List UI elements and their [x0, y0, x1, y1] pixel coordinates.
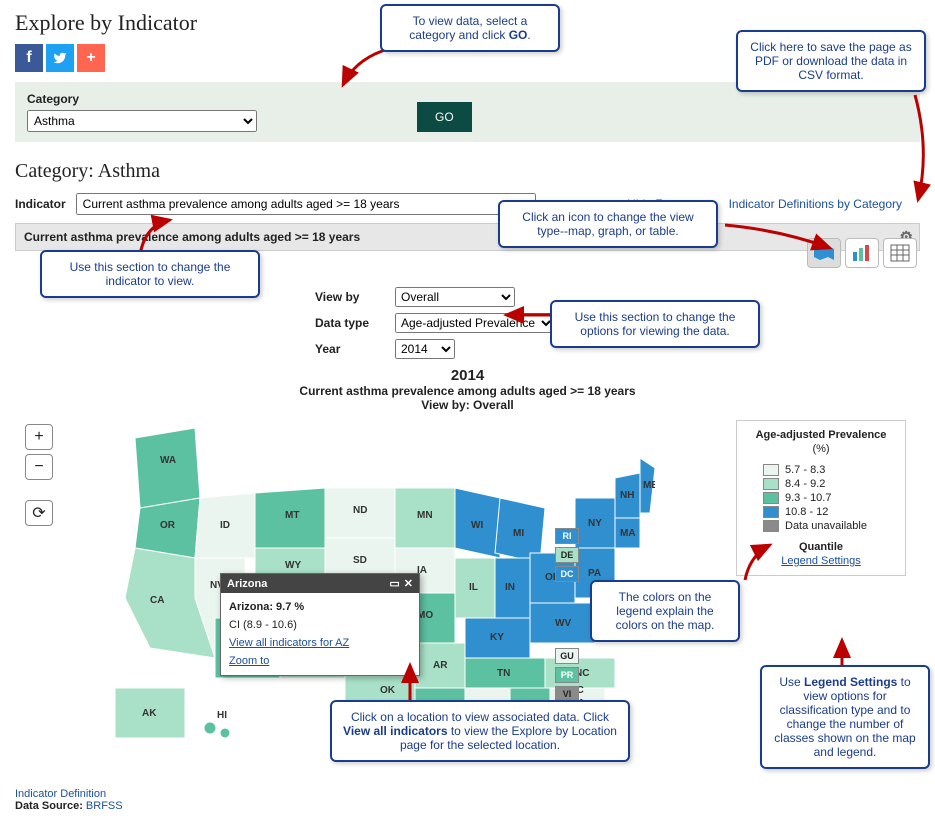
- legend-swatch: [763, 464, 779, 476]
- category-title: Category: Asthma: [15, 160, 920, 183]
- tooltip-maximize-icon[interactable]: ▭: [389, 577, 399, 590]
- legend-row: 8.4 - 9.2: [745, 477, 897, 491]
- year-select[interactable]: 2014: [395, 339, 455, 359]
- category-select[interactable]: Asthma: [27, 110, 257, 132]
- category-label: Category: [27, 92, 257, 106]
- legend-row: 5.7 - 8.3: [745, 463, 897, 477]
- tooltip-title: Arizona: [227, 578, 267, 590]
- tooltip-value: Arizona: 9.7 %: [229, 601, 411, 613]
- indicator-definitions-link[interactable]: Indicator Definitions by Category: [729, 197, 902, 211]
- legend-swatch: [763, 492, 779, 504]
- datatype-label: Data type: [315, 316, 385, 330]
- callout-viewtype: Click an icon to change the view type--m…: [498, 200, 718, 248]
- zoom-in-button[interactable]: +: [25, 424, 53, 450]
- territory-dc[interactable]: DC: [555, 566, 579, 582]
- reset-map-button[interactable]: ⟳: [25, 500, 53, 526]
- territory-gu[interactable]: GU: [555, 648, 579, 664]
- data-source-link[interactable]: BRFSS: [86, 800, 123, 812]
- svg-text:HI: HI: [217, 710, 227, 721]
- legend-swatch: [763, 506, 779, 518]
- legend-swatch: [763, 520, 779, 532]
- arrow-icon: [498, 300, 558, 330]
- chart-subtitle: Current asthma prevalence among adults a…: [15, 384, 920, 398]
- tooltip-close-icon[interactable]: ✕: [404, 577, 413, 590]
- callout-save: Click here to save the page as PDF or do…: [736, 30, 926, 92]
- legend-row: 9.3 - 10.7: [745, 491, 897, 505]
- arrow-icon: [720, 220, 840, 260]
- legend-row: Data unavailable: [745, 519, 897, 533]
- callout-legend: The colors on the legend explain the col…: [590, 580, 740, 642]
- chart-viewby: View by: Overall: [15, 398, 920, 412]
- callout-location: Click on a location to view associated d…: [330, 700, 630, 762]
- legend-label: 10.8 - 12: [785, 506, 828, 518]
- legend-title: Age-adjusted Prevalence: [745, 429, 897, 441]
- territory-de[interactable]: DE: [555, 547, 579, 563]
- view-table-button[interactable]: [883, 238, 917, 268]
- tooltip-ci: CI (8.9 - 10.6): [229, 619, 411, 631]
- callout-legend-settings: Use Legend Settings to view options for …: [760, 665, 930, 769]
- territory-pr[interactable]: PR: [555, 667, 579, 683]
- arrow-icon: [390, 660, 430, 705]
- data-source-label: Data Source:: [15, 800, 83, 812]
- tooltip-zoom-link[interactable]: Zoom to: [229, 655, 411, 667]
- viewby-label: View by: [315, 290, 385, 304]
- viewby-select[interactable]: Overall: [395, 287, 515, 307]
- go-button[interactable]: GO: [417, 102, 472, 132]
- callout-options: Use this section to change the options f…: [550, 300, 760, 348]
- legend-row: 10.8 - 12: [745, 505, 897, 519]
- chart-year: 2014: [15, 367, 920, 384]
- territory-ri[interactable]: RI: [555, 528, 579, 544]
- facebook-share-button[interactable]: f: [15, 44, 43, 72]
- arrow-icon: [740, 540, 780, 585]
- indicator-select[interactable]: Current asthma prevalence among adults a…: [76, 193, 536, 215]
- callout-go: To view data, select a category and clic…: [380, 4, 560, 52]
- legend-unit: (%): [745, 443, 897, 455]
- arrow-icon: [335, 45, 395, 95]
- view-chart-button[interactable]: [845, 238, 879, 268]
- legend-label: Data unavailable: [785, 520, 867, 532]
- callout-indicator: Use this section to change the indicator…: [40, 250, 260, 298]
- legend-swatch: [763, 478, 779, 490]
- tooltip-viewall-link[interactable]: View all indicators for AZ: [229, 637, 411, 649]
- indicator-definition-link[interactable]: Indicator Definition: [15, 788, 106, 800]
- legend-label: 9.3 - 10.7: [785, 492, 831, 504]
- legend-label: 5.7 - 8.3: [785, 464, 825, 476]
- share-more-button[interactable]: +: [77, 44, 105, 72]
- arrow-icon: [900, 90, 935, 210]
- year-label: Year: [315, 342, 385, 356]
- legend-label: 8.4 - 9.2: [785, 478, 825, 490]
- zoom-out-button[interactable]: −: [25, 454, 53, 480]
- indicator-label: Indicator: [15, 197, 66, 211]
- twitter-share-button[interactable]: [46, 44, 74, 72]
